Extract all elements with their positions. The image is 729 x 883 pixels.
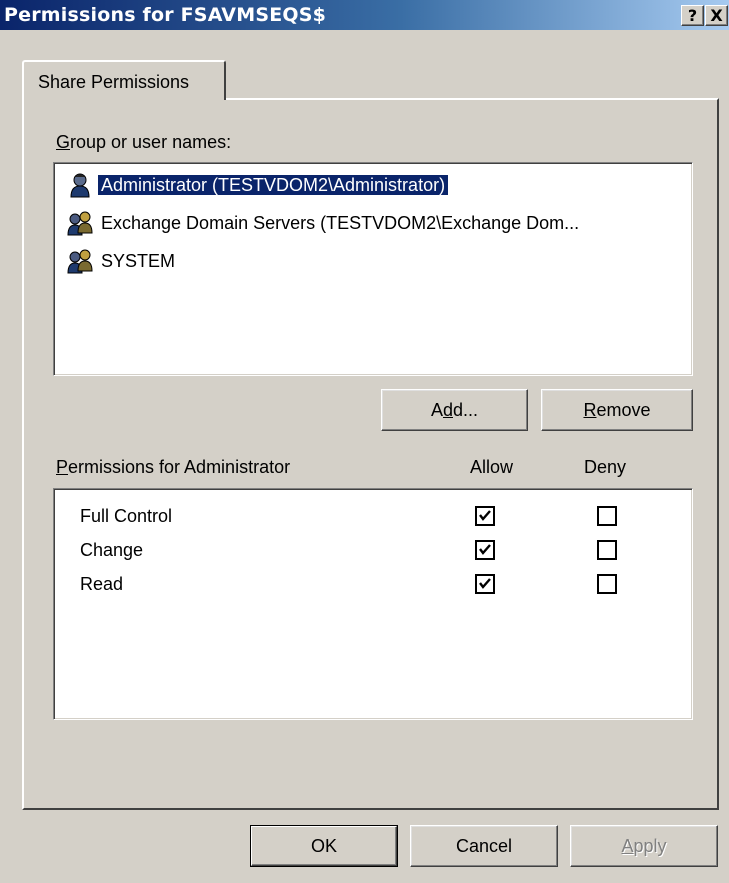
permission-name: Change [80,540,144,560]
allow-checkbox[interactable] [475,574,495,594]
check-icon [479,510,491,521]
user-icon [66,171,94,199]
cancel-button[interactable]: Cancel [410,825,558,867]
group-icon [66,209,94,237]
permission-name: Read [80,574,124,594]
deny-checkbox[interactable] [597,540,617,560]
window-title: Permissions for FSAVMSEQS$ [4,4,327,26]
user-name: SYSTEM [101,251,176,271]
deny-checkbox[interactable] [597,506,617,526]
user-name: Exchange Domain Servers (TESTVDOM2\Excha… [101,213,580,233]
permission-row: Read [80,567,123,601]
deny-header: Deny [584,457,627,477]
remove-button[interactable]: Remove [541,389,693,431]
group-icon [66,247,94,275]
permission-name: Full Control [80,506,173,526]
allow-header: Allow [470,457,514,477]
permission-row: Change [80,533,143,567]
title-bar: Permissions for FSAVMSEQS$ ? X [0,0,729,30]
close-button[interactable]: X [705,5,728,26]
tab-label: Share Permissions [38,72,190,92]
group-label: Group or user names: [56,132,232,152]
list-item[interactable]: Exchange Domain Servers (TESTVDOM2\Excha… [66,209,582,237]
deny-checkbox[interactable] [597,574,617,594]
user-name: Administrator (TESTVDOM2\Administrator) [96,174,450,196]
list-item[interactable]: SYSTEM [66,247,178,275]
ok-button[interactable]: OK [250,825,398,867]
permissions-label: Permissions for Administrator [56,457,291,477]
apply-button[interactable]: Apply [570,825,718,867]
list-item[interactable]: Administrator (TESTVDOM2\Administrator) [66,171,450,199]
user-list[interactable]: Administrator (TESTVDOM2\Administrator) … [53,162,693,376]
allow-checkbox[interactable] [475,540,495,560]
allow-checkbox[interactable] [475,506,495,526]
tab-share-permissions[interactable]: Share Permissions [22,60,226,100]
check-icon [479,578,491,589]
check-icon [479,544,491,555]
permission-row: Full Control [80,499,172,533]
help-button[interactable]: ? [681,5,704,26]
permissions-list: Full Control Change Read [53,488,693,720]
add-button[interactable]: Add... [381,389,528,431]
